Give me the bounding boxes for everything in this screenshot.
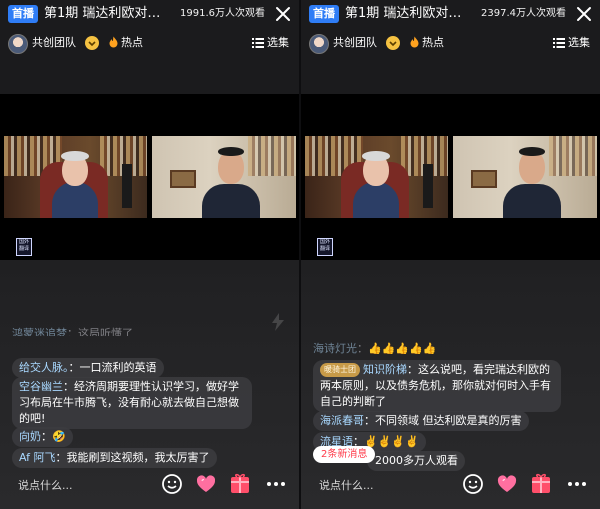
chat-item[interactable]: Af 阿飞：我能刷到这视频，我太厉害了 xyxy=(12,446,217,468)
chat-item-partial: 鸿蒙迷追梦：这局听懂了 xyxy=(12,327,133,336)
view-count: 2397.4万人次观看 xyxy=(481,8,566,19)
select-label: 选集 xyxy=(568,36,590,49)
episode-select-button[interactable]: 选集 xyxy=(252,35,289,51)
chat-item-faded: 海诗灯光：👍👍👍👍👍 xyxy=(313,342,437,355)
flame-icon xyxy=(410,36,419,48)
video-player[interactable]: 国外翻译 xyxy=(0,94,299,260)
video-feed-host xyxy=(453,136,597,218)
more-dots-icon[interactable] xyxy=(565,472,589,496)
chat-text: ：不同领域 但达利欧是真的厉害 xyxy=(364,414,522,427)
hot-tag[interactable]: 热点 xyxy=(108,35,143,51)
video-feed-guest xyxy=(4,136,147,218)
view-count: 1991.6万人次观看 xyxy=(180,8,265,19)
select-label: 选集 xyxy=(267,36,289,49)
flame-icon xyxy=(109,36,118,48)
bottom-bar xyxy=(0,470,299,500)
smiley-icon[interactable] xyxy=(160,472,184,496)
close-icon[interactable] xyxy=(574,4,594,24)
comment-input[interactable] xyxy=(18,477,138,493)
top-bar: 首播 第1期 瑞达利欧对话… 2397.4万人次观看 xyxy=(301,0,600,28)
channel-watermark: 国外翻译 xyxy=(16,238,32,256)
list-icon xyxy=(252,38,264,48)
video-player[interactable]: 国外翻译 xyxy=(301,94,600,260)
author-name[interactable]: 共创团队 xyxy=(333,35,377,51)
chat-nick[interactable]: 知识阶梯 xyxy=(363,363,407,376)
gift-icon[interactable] xyxy=(529,472,553,496)
chat-nick[interactable]: 空谷幽兰 xyxy=(19,380,63,393)
new-messages-pill[interactable]: 2条新消息 xyxy=(313,446,376,463)
fan-club-badge: 暖骑士团 xyxy=(320,363,360,377)
smiley-icon[interactable] xyxy=(461,472,485,496)
hot-label: 热点 xyxy=(121,36,143,49)
chat-text: ：我能刷到这视频，我太厉害了 xyxy=(55,451,210,464)
live-panel-left: 首播 第1期 瑞达利欧对话… 1991.6万人次观看 共创团队 热点 选集 国外… xyxy=(0,0,299,509)
premiere-badge: 首播 xyxy=(309,5,339,23)
hot-tag[interactable]: 热点 xyxy=(409,35,444,51)
chat-text: ：🤣 xyxy=(41,430,66,443)
channel-watermark: 国外翻译 xyxy=(317,238,333,256)
chat-nick[interactable]: 向奶 xyxy=(19,430,41,443)
chat-item[interactable]: 给交人脉。：一口流利的英语 xyxy=(12,356,164,378)
close-icon[interactable] xyxy=(273,4,293,24)
bottom-bar xyxy=(301,470,600,500)
live-panel-right: 首播 第1期 瑞达利欧对话… 2397.4万人次观看 共创团队 热点 选集 国外… xyxy=(301,0,600,509)
author-bar: 共创团队 热点 选集 xyxy=(301,32,600,54)
chevron-down-icon[interactable] xyxy=(385,35,401,51)
video-feed-host xyxy=(152,136,296,218)
chat-nick[interactable]: Af 阿飞 xyxy=(19,451,56,464)
avatar[interactable] xyxy=(309,34,329,54)
top-bar: 首播 第1期 瑞达利欧对话… 1991.6万人次观看 xyxy=(0,0,299,28)
chat-item[interactable]: 空谷幽兰：经济周期要理性认识学习，做好学习布局在牛市腾飞，没有耐心就去做自己想做… xyxy=(12,377,252,429)
chat-nick[interactable]: 给交人脉。 xyxy=(19,361,69,374)
episode-title[interactable]: 第1期 瑞达利欧对话… xyxy=(44,4,172,24)
heart-icon[interactable] xyxy=(194,472,218,496)
chat-text: ：一口流利的英语 xyxy=(68,361,157,374)
more-dots-icon[interactable] xyxy=(264,472,288,496)
gift-icon[interactable] xyxy=(228,472,252,496)
author-bar: 共创团队 热点 选集 xyxy=(0,32,299,54)
list-icon xyxy=(553,38,565,48)
chat-item[interactable]: 海派春哥：不同领域 但达利欧是真的厉害 xyxy=(313,409,529,431)
chevron-down-icon[interactable] xyxy=(84,35,100,51)
hot-label: 热点 xyxy=(422,36,444,49)
video-feed-guest xyxy=(305,136,448,218)
chat-item[interactable]: 2000多万人观看 xyxy=(367,449,465,471)
premiere-badge: 首播 xyxy=(8,5,38,23)
chat-item[interactable]: 暖骑士团 知识阶梯：这么说吧，看完瑞达利欧的两本原则，以及债务危机，那你就对何时入… xyxy=(313,360,561,412)
avatar[interactable] xyxy=(8,34,28,54)
lightning-icon xyxy=(272,313,284,331)
episode-select-button[interactable]: 选集 xyxy=(553,35,590,51)
chat-nick[interactable]: 海派春哥 xyxy=(320,414,364,427)
heart-icon[interactable] xyxy=(495,472,519,496)
comment-input[interactable] xyxy=(319,477,439,493)
episode-title[interactable]: 第1期 瑞达利欧对话… xyxy=(345,4,473,24)
chat-item[interactable]: 向奶：🤣 xyxy=(12,425,73,447)
chat-text: 2000多万人观看 xyxy=(375,454,458,467)
author-name[interactable]: 共创团队 xyxy=(32,35,76,51)
